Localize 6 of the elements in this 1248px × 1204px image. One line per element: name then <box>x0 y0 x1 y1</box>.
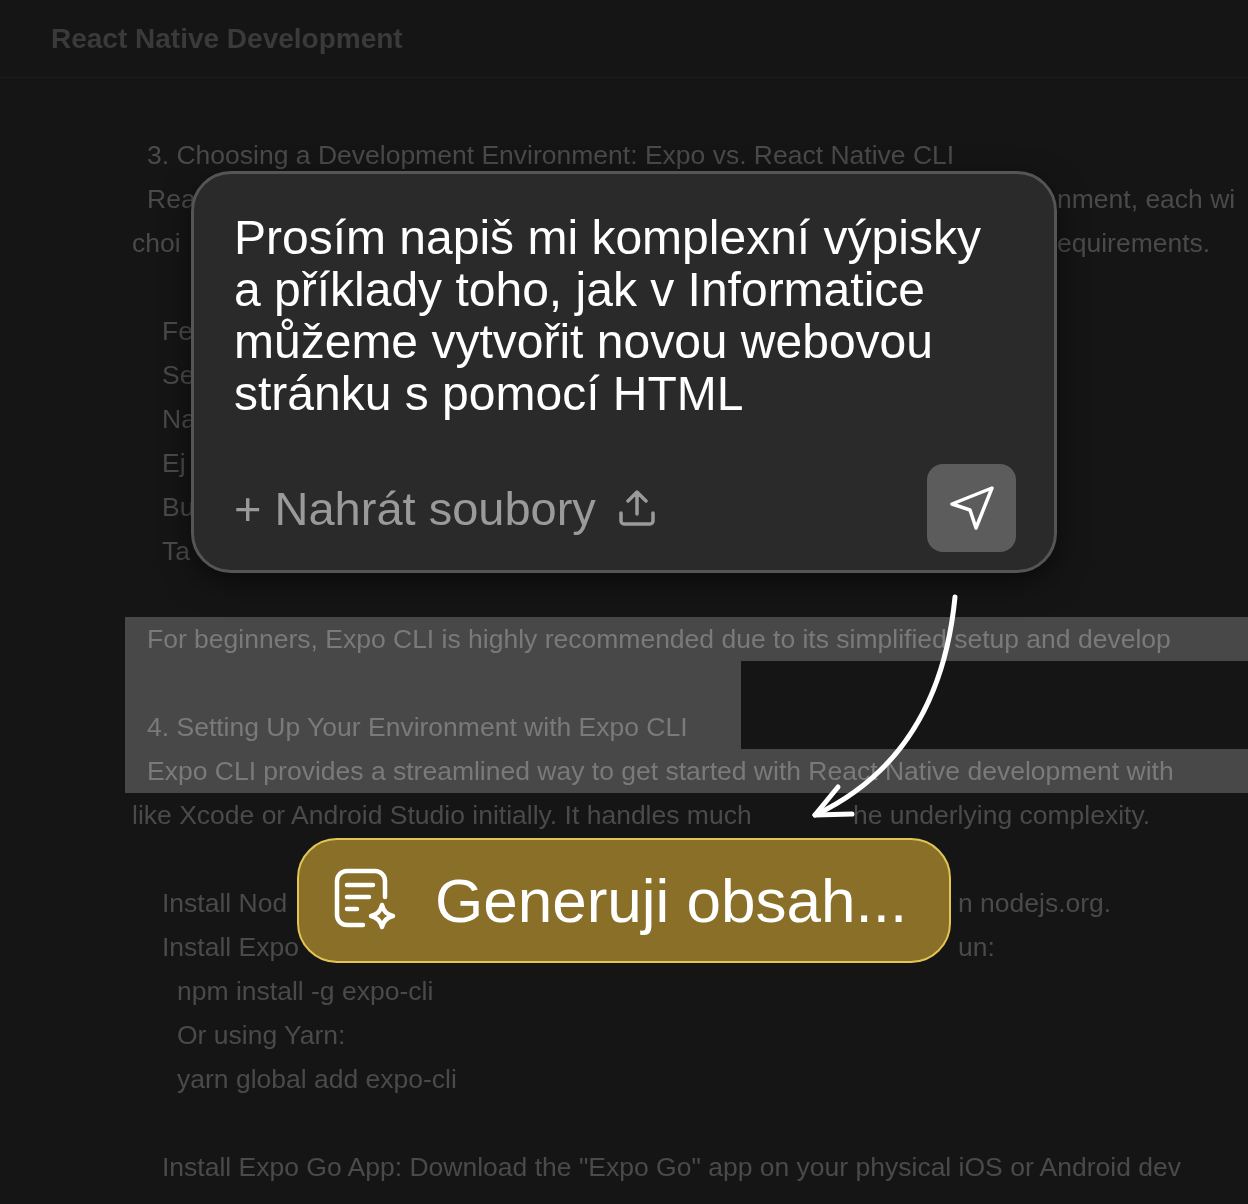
prompt-text[interactable]: Prosím napiš mi komplexní výpisky a příklady toho, jak v Informatice můžeme vytvořit novou webovou stránku s pomocí HTML <box>234 212 1004 420</box>
upload-files-button[interactable]: + Nahrát soubory <box>234 480 656 536</box>
send-button[interactable] <box>927 464 1016 552</box>
status-label: Generuji obsah... <box>435 865 908 936</box>
paper-plane-icon <box>947 484 996 532</box>
upload-icon <box>617 489 656 527</box>
